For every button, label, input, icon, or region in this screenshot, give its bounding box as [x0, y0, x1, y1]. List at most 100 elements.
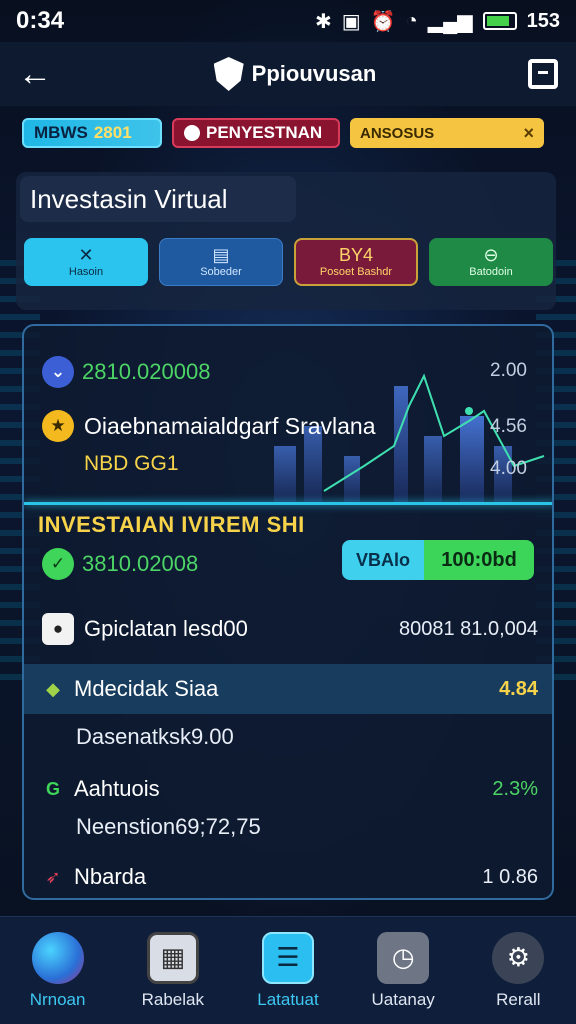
bottom-nav: Nrnoan ▦ Rabelak ☰ Latatuat ◷ Uatanay ⚙ … [0, 916, 576, 1024]
action-buttons: ✕ Hasoin ▤ Sobeder BY4 Posoet Bashdr ⊖ B… [24, 238, 553, 286]
record-icon [184, 125, 200, 141]
globe-icon [31, 931, 84, 984]
section-divider [24, 502, 552, 505]
table-icon: ▦ [146, 931, 199, 984]
chart-bar [460, 416, 484, 502]
chip-notice-label: ANSOSUS [360, 124, 435, 142]
check-icon: ✓ [42, 548, 74, 580]
nav-item-table[interactable]: ▦ Rabelak [123, 931, 223, 1010]
back-arrow-icon[interactable]: ← [18, 55, 62, 94]
diamond-icon: ◆ [46, 678, 60, 699]
battery-icon [482, 12, 517, 30]
section-title: INVESTAIAN IVIREM SHI [38, 512, 305, 537]
nav-label: Uatanay [371, 989, 435, 1009]
chart-bar [274, 446, 296, 502]
action-button-hasoin[interactable]: ✕ Hasoin [24, 238, 148, 286]
document-icon: ▤ [212, 245, 230, 265]
list-item-name: Mdecidak Siaa [74, 676, 219, 701]
list-item-name: Nbarda [74, 864, 147, 889]
nav-item-home[interactable]: Nrnoan [8, 931, 108, 1010]
status-time: 0:34 [16, 7, 65, 34]
virtual-title: Investasin Virtual [20, 176, 296, 222]
value-pill[interactable]: VBAlo 100:0bd [342, 540, 534, 580]
clock-icon: ◷ [377, 931, 430, 984]
chip-notice[interactable]: ANSOSUS × [350, 118, 544, 148]
wifi-icon: ◔ [405, 9, 418, 32]
section-value: 3810.02008 [82, 551, 199, 576]
list-item-lead: ➶ Nbarda [42, 864, 146, 890]
action-label: Posoet Bashdr [319, 266, 393, 278]
chip-balance-value: 2801 [93, 123, 132, 142]
list-item-value: 1 0.86 [482, 865, 538, 888]
axis-label-mid: 4.56 [490, 416, 527, 437]
bluetooth-icon: ✱ [315, 10, 332, 33]
chip-investment-label: PENYESTNAN [206, 123, 323, 142]
list-item-lead: G Aahtuois [42, 776, 160, 802]
action-button-posoet[interactable]: BY4 Posoet Bashdr [294, 238, 418, 286]
list-item[interactable]: G Aahtuois 2.3% [24, 764, 552, 814]
axis-label-low: 4.00 [490, 458, 527, 479]
nav-item-active[interactable]: ☰ Latatuat [238, 931, 338, 1010]
expand-icon[interactable] [528, 59, 558, 89]
virtual-panel: Investasin Virtual ✕ Hasoin ▤ Sobeder BY… [16, 172, 556, 310]
app-header: ← Ppiouvusan [0, 42, 576, 106]
list-item-highlighted[interactable]: ◆ Mdecidak Siaa 4.84 [24, 664, 552, 714]
chip-row: MBWS 2801 PENYESTNAN ANSOSUS × [22, 118, 554, 150]
settings-icon: ⚙ [492, 931, 545, 984]
chart-bar [424, 436, 442, 502]
list-item-name: Aahtuois [74, 776, 160, 801]
chip-investment[interactable]: PENYESTNAN [172, 118, 340, 148]
list-item-name: Gpiclatan lesd00 [84, 616, 248, 641]
chat-icon: ☰ [261, 931, 314, 984]
chip-balance[interactable]: MBWS 2801 [22, 118, 162, 148]
nav-item-history[interactable]: ◷ Uatanay [353, 931, 453, 1010]
circle-icon: ⊖ [483, 245, 499, 265]
value-pill-label: VBAlo [342, 540, 424, 580]
list-item[interactable]: ➶ Nbarda 1 0.86 [24, 852, 552, 898]
list-item-value: 2.3% [492, 777, 538, 800]
nav-item-settings[interactable]: ⚙ Rerall [468, 931, 568, 1010]
nav-label: Rabelak [141, 989, 204, 1009]
circle-g-icon: G [45, 778, 60, 799]
shield-icon [213, 57, 244, 91]
nav-label: Rerall [496, 989, 541, 1009]
section-value-row: ✓ 3810.02008 [42, 548, 198, 580]
action-label: Batodoin [469, 266, 513, 278]
list-item-lead: ◆ Mdecidak Siaa [42, 676, 218, 702]
chart-bar [344, 456, 360, 502]
top-value-row: ⌄ 2810.020008 [42, 356, 210, 388]
signal-icon: ▂▄▆ [427, 10, 473, 33]
alarm-icon: ⏰ [370, 10, 396, 33]
list-item-value: 80081 81.0,004 [398, 617, 538, 640]
list-item-detail: Dasenatksk9.00 [76, 724, 234, 749]
arrow-icon: ➶ [45, 866, 61, 887]
investment-panel: ⌄ 2810.020008 2.00 ★ Oiaebnamaialdgarf S… [22, 324, 554, 900]
status-icons: ✱ ▣ ⏰ ◔ ▂▄▆ 153 [315, 9, 560, 34]
battery-level: 153 [526, 9, 560, 32]
chart-bar [394, 386, 408, 502]
star-badge-icon: ★ [42, 410, 74, 442]
value-pill-amount: 100:0bd [424, 540, 534, 580]
chip-balance-label: MBWS [34, 123, 88, 142]
action-label: Hasoin [68, 266, 104, 278]
badge-icon: BY4 [338, 245, 374, 265]
asset-name: Oiaebnamaialdgarf Sravlana [84, 412, 376, 439]
asset-code: NBD GG1 [84, 452, 179, 475]
trend-point [465, 407, 473, 415]
list-item-detail: Neenstion69;72,75 [76, 814, 261, 839]
status-bar: 0:34 ✱ ▣ ⏰ ◔ ▂▄▆ 153 [0, 0, 576, 42]
list-item[interactable]: ● Gpiclatan lesd00 80081 81.0,004 [24, 604, 552, 654]
action-button-batodoin[interactable]: ⊖ Batodoin [429, 238, 553, 286]
asset-name-row: ★ Oiaebnamaialdgarf Sravlana [42, 410, 376, 442]
nfc-icon: ▣ [341, 10, 361, 33]
close-icon[interactable]: × [523, 123, 534, 144]
nav-label: Latatuat [257, 989, 319, 1009]
app-title: Ppiouvusan [251, 61, 377, 86]
star-icon: ✕ [78, 245, 94, 265]
nav-label: Nrnoan [29, 989, 86, 1009]
action-button-sobeder[interactable]: ▤ Sobeder [159, 238, 283, 286]
chevron-down-icon: ⌄ [42, 356, 74, 388]
coin-icon: ● [42, 613, 74, 645]
action-label: Sobeder [200, 266, 242, 278]
axis-label-top: 2.00 [490, 360, 527, 381]
